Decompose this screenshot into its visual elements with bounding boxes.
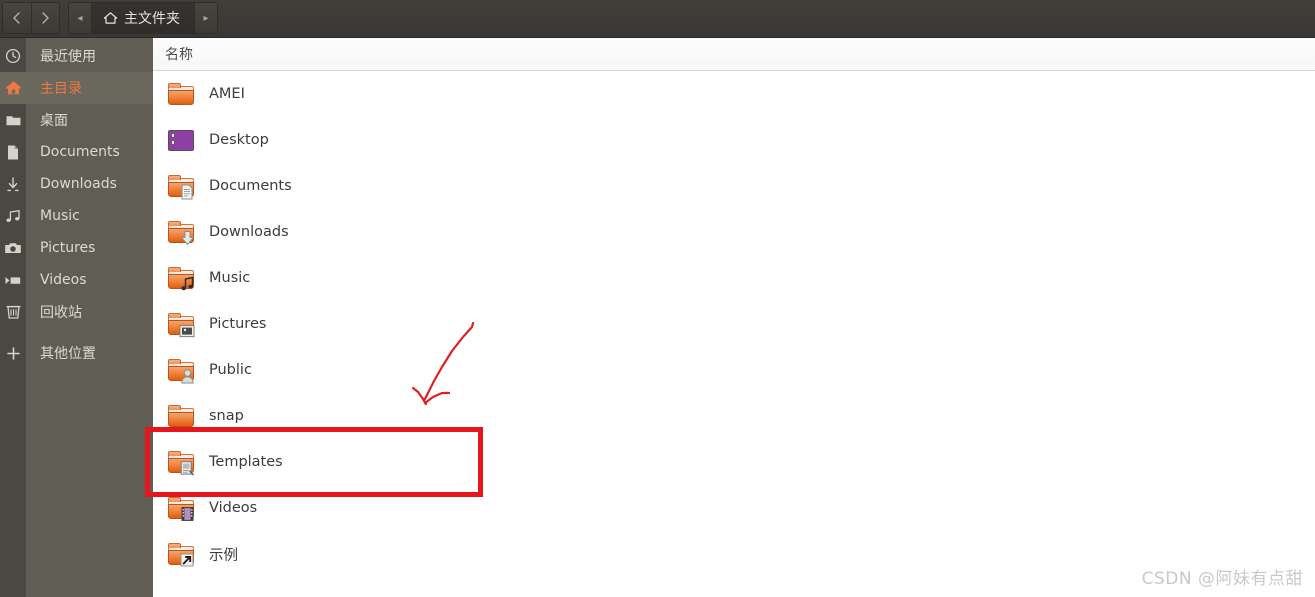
chevron-left-icon bbox=[13, 12, 20, 24]
templates-folder-icon bbox=[166, 447, 196, 477]
documents-folder-icon bbox=[166, 171, 196, 201]
file-name: Desktop bbox=[209, 132, 269, 148]
pictures-folder-icon bbox=[166, 309, 196, 339]
list-item[interactable]: Public bbox=[153, 347, 1315, 393]
breadcrumb-label: 主文件夹 bbox=[124, 11, 180, 27]
sidebar-item-recent[interactable]: 最近使用 bbox=[0, 40, 153, 72]
folder-icon bbox=[166, 79, 196, 109]
sidebar-item-trash[interactable]: 回收站 bbox=[0, 296, 153, 328]
sidebar-item-label: Downloads bbox=[40, 176, 117, 192]
list-item[interactable]: AMEI bbox=[153, 71, 1315, 117]
list-item[interactable]: Videos bbox=[153, 485, 1315, 531]
document-icon bbox=[0, 136, 26, 168]
file-name: snap bbox=[209, 408, 244, 424]
forward-button[interactable] bbox=[30, 3, 60, 33]
clock-icon bbox=[0, 40, 26, 72]
file-list: AMEI Desktop Documents Downloads Music P… bbox=[153, 71, 1315, 577]
list-item[interactable]: Pictures bbox=[153, 301, 1315, 347]
sidebar: 最近使用 主目录 桌面 Documents Downloads Music Pi… bbox=[0, 38, 153, 597]
sidebar-item-videos[interactable]: Videos bbox=[0, 264, 153, 296]
path-scroll-left-button[interactable]: ◂ bbox=[69, 3, 91, 33]
downloads-folder-icon bbox=[166, 217, 196, 247]
file-name: Documents bbox=[209, 178, 292, 194]
sidebar-item-label: 最近使用 bbox=[40, 49, 96, 65]
file-name: 示例 bbox=[209, 547, 238, 564]
file-name: Pictures bbox=[209, 316, 267, 332]
sidebar-item-label: Documents bbox=[40, 144, 120, 160]
sidebar-item-downloads[interactable]: Downloads bbox=[0, 168, 153, 200]
home-icon bbox=[103, 11, 118, 25]
file-name: Videos bbox=[209, 500, 258, 516]
sidebar-item-other-locations[interactable]: 其他位置 bbox=[0, 337, 153, 369]
music-icon bbox=[0, 200, 26, 232]
sidebar-item-home[interactable]: 主目录 bbox=[0, 72, 153, 104]
sidebar-item-label: 桌面 bbox=[40, 113, 68, 129]
video-icon bbox=[0, 264, 26, 296]
camera-icon bbox=[0, 232, 26, 264]
sidebar-item-label: 主目录 bbox=[40, 81, 82, 97]
sidebar-item-desktop[interactable]: 桌面 bbox=[0, 104, 153, 136]
path-bar: ◂ 主文件夹 ▸ bbox=[68, 2, 218, 34]
shortcut-folder-icon bbox=[166, 539, 196, 569]
column-header-row: 名称 bbox=[153, 38, 1315, 71]
file-name: Templates bbox=[209, 454, 283, 470]
column-header-name[interactable]: 名称 bbox=[153, 44, 193, 64]
list-item[interactable]: snap bbox=[153, 393, 1315, 439]
list-item[interactable]: Desktop bbox=[153, 117, 1315, 163]
sidebar-item-pictures[interactable]: Pictures bbox=[0, 232, 153, 264]
sidebar-item-label: Pictures bbox=[40, 240, 96, 256]
sidebar-item-documents[interactable]: Documents bbox=[0, 136, 153, 168]
file-name: AMEI bbox=[209, 86, 245, 102]
folder-icon bbox=[166, 401, 196, 431]
public-folder-icon bbox=[166, 355, 196, 385]
file-name: Public bbox=[209, 362, 252, 378]
file-list-pane: 名称 AMEI Desktop Documents Downloads Musi… bbox=[153, 38, 1315, 597]
file-name: Music bbox=[209, 270, 251, 286]
list-item[interactable]: Downloads bbox=[153, 209, 1315, 255]
videos-folder-icon bbox=[166, 493, 196, 523]
path-scroll-right-button[interactable]: ▸ bbox=[195, 3, 217, 33]
file-manager-window: ◂ 主文件夹 ▸ 最近使用 主目录 桌面 Documents Downloads… bbox=[0, 0, 1315, 597]
back-button[interactable] bbox=[3, 3, 31, 33]
sidebar-item-label: 回收站 bbox=[40, 305, 82, 321]
sidebar-item-music[interactable]: Music bbox=[0, 200, 153, 232]
list-item[interactable]: Music bbox=[153, 255, 1315, 301]
list-item[interactable]: Templates bbox=[153, 439, 1315, 485]
sidebar-item-label: Music bbox=[40, 208, 80, 224]
file-name: Downloads bbox=[209, 224, 289, 240]
chevron-right-icon bbox=[42, 12, 49, 24]
trash-icon bbox=[0, 296, 26, 328]
watermark-text: CSDN @阿妹有点甜 bbox=[1141, 569, 1303, 589]
music-folder-icon bbox=[166, 263, 196, 293]
desktop-folder-icon bbox=[166, 125, 196, 155]
sidebar-item-label: 其他位置 bbox=[40, 346, 96, 362]
header-bar: ◂ 主文件夹 ▸ bbox=[0, 0, 1315, 38]
home-icon bbox=[0, 72, 26, 104]
navigation-button-group bbox=[2, 2, 60, 34]
folder-icon bbox=[0, 104, 26, 136]
download-icon bbox=[0, 168, 26, 200]
plus-icon bbox=[0, 337, 26, 369]
list-item[interactable]: Documents bbox=[153, 163, 1315, 209]
breadcrumb-home-folder[interactable]: 主文件夹 bbox=[91, 3, 195, 33]
sidebar-item-label: Videos bbox=[40, 272, 87, 288]
